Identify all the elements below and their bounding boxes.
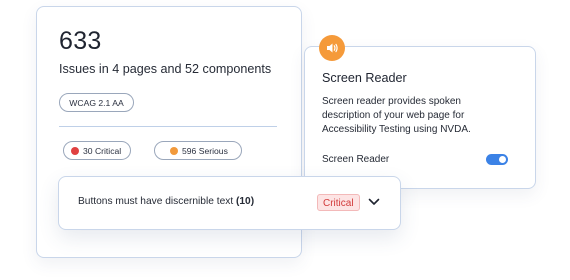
severity-badge: Critical (317, 194, 360, 211)
serious-count-pill[interactable]: 596 Serious (154, 141, 242, 160)
wcag-standard-pill[interactable]: WCAG 2.1 AA (59, 93, 134, 112)
screen-reader-title: Screen Reader (322, 71, 407, 85)
critical-count-pill[interactable]: 30 Critical (63, 141, 131, 160)
critical-count-label: 30 Critical (83, 146, 122, 156)
screen-reader-toggle[interactable] (486, 154, 508, 165)
issue-summary: Issues in 4 pages and 52 components (59, 62, 272, 76)
screen-reader-toggle-label: Screen Reader (322, 154, 390, 165)
rule-occurrence-count: (10) (236, 196, 255, 207)
speaker-icon (319, 35, 345, 61)
divider (59, 126, 277, 127)
serious-dot-icon (170, 146, 178, 155)
chevron-down-icon[interactable] (368, 198, 380, 206)
critical-dot-icon (71, 146, 79, 155)
toggle-knob (499, 156, 506, 163)
screen-reader-card: Screen Reader Screen reader provides spo… (304, 46, 536, 189)
screen-reader-description: Screen reader provides spoken descriptio… (322, 96, 471, 135)
rule-text: Buttons must have discernible text (78, 196, 234, 207)
rule-issue-row[interactable]: Buttons must have discernible text (10) … (58, 176, 401, 230)
serious-count-label: 596 Serious (182, 146, 228, 156)
speaker-glyph (326, 43, 338, 53)
rule-description: Buttons must have discernible text (10) (78, 196, 254, 207)
issue-count: 633 (59, 27, 102, 55)
